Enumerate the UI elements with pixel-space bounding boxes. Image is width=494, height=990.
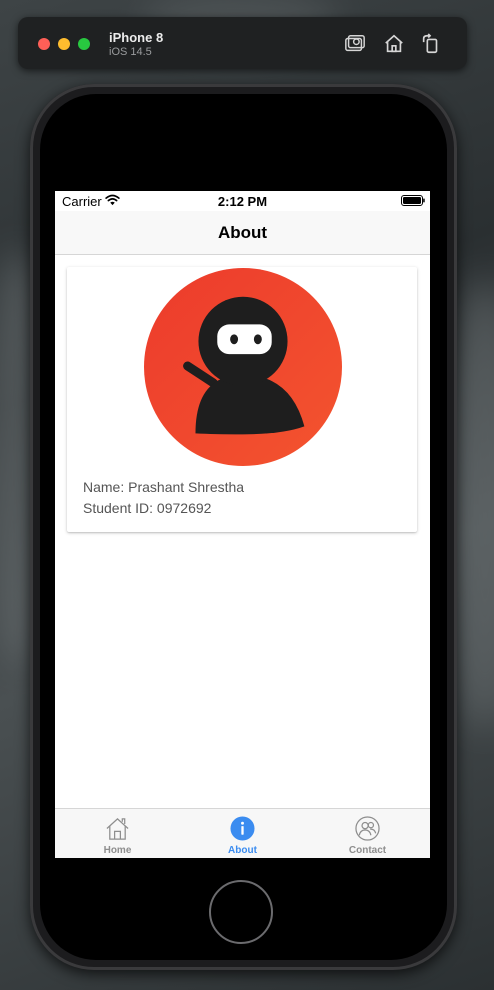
tab-contact[interactable]: Contact — [305, 809, 430, 858]
page-title: About — [217, 223, 268, 242]
os-version: iOS 14.5 — [109, 46, 152, 58]
simulator-titlebar: iPhone 8 iOS 14.5 — [18, 17, 467, 69]
status-bar: Carrier 2:12 PM — [55, 191, 430, 211]
zoom-window-button[interactable] — [78, 38, 90, 50]
close-window-button[interactable] — [38, 38, 50, 50]
contact-icon — [355, 816, 380, 841]
profile-card: Name: Prashant Shrestha Student ID: 0972… — [67, 267, 417, 532]
home-icon — [106, 818, 129, 840]
hardware-home-button[interactable] — [209, 880, 273, 944]
info-icon — [230, 816, 255, 841]
device-name: iPhone 8 — [109, 30, 164, 45]
home-icon[interactable] — [383, 33, 405, 55]
tab-contact-label: Contact — [348, 845, 387, 856]
ninja-avatar-icon — [144, 268, 342, 466]
tab-about[interactable]: About — [180, 809, 305, 858]
tab-home[interactable]: Home — [55, 809, 180, 858]
rotate-icon[interactable] — [420, 33, 442, 55]
minimize-window-button[interactable] — [58, 38, 70, 50]
tab-home-label: Home — [103, 845, 132, 856]
student-id: Student ID: 0972692 — [83, 500, 212, 516]
student-name: Name: Prashant Shrestha — [83, 479, 245, 495]
navigation-bar: About — [55, 211, 430, 255]
app-screen: Carrier 2:12 PM About Name: Prashant Shr… — [55, 191, 430, 858]
tab-about-label: About — [228, 845, 257, 856]
tab-bar: Home About Contact — [55, 808, 430, 858]
screenshot-icon[interactable] — [344, 33, 366, 55]
clock: 2:12 PM — [217, 194, 268, 209]
battery-icon — [401, 195, 425, 206]
